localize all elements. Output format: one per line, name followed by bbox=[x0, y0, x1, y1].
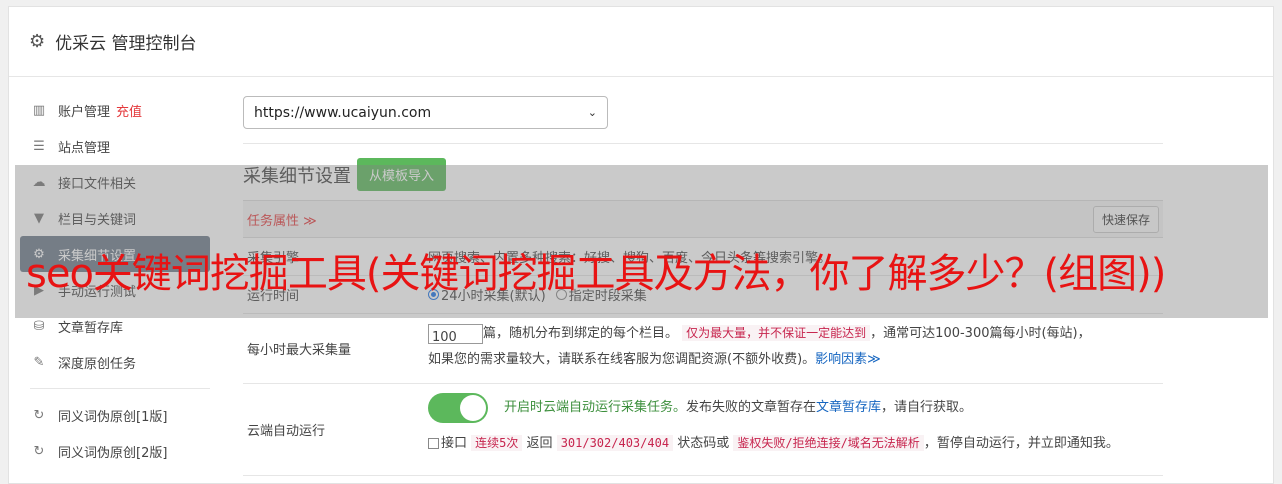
article-storage-link[interactable]: 文章暂存库 bbox=[816, 400, 881, 415]
api-text: 状态码或 bbox=[677, 436, 730, 451]
server-icon: ☰ bbox=[33, 138, 45, 154]
api-text: 返回 bbox=[526, 436, 553, 451]
api-code: 鉴权失败/拒绝连接/域名无法解析 bbox=[733, 435, 924, 451]
max-text: 篇，随机分布到绑定的每个栏目。 bbox=[483, 326, 679, 341]
gear-icon: ⚙ bbox=[29, 31, 46, 52]
max-collect-input[interactable]: 100 bbox=[428, 323, 483, 345]
max-text: 如果您的需求量较大，请联系在线客服为您调配资源(不额外收费)。 bbox=[428, 352, 816, 367]
sidebar-item-deep-original[interactable]: ✎ 深度原创任务 bbox=[20, 344, 220, 380]
max-collect-row: 每小时最大采集量 100 篇，随机分布到绑定的每个栏目。 仅为最大量，并不保证一定… bbox=[243, 314, 1163, 384]
auto-run-content: 开启时云端自动运行采集任务。发布失败的文章暂存在文章暂存库，请自行获取。 接口 … bbox=[428, 384, 1163, 475]
impact-factors-link[interactable]: 影响因素≫ bbox=[815, 352, 881, 367]
database-icon: ⛁ bbox=[33, 318, 45, 334]
sidebar-item-label: 文章暂存库 bbox=[58, 320, 124, 336]
max-note: 仅为最大量，并不保证一定能达到 bbox=[682, 325, 871, 341]
sidebar-item-label: 同义词伪原创[1版] bbox=[58, 409, 168, 425]
api-code: 连续5次 bbox=[471, 435, 523, 451]
refresh-icon: ↻ bbox=[33, 407, 45, 423]
api-code: 301/302/403/404 bbox=[556, 435, 674, 451]
site-select[interactable]: https://www.ucaiyun.com ⌄ bbox=[243, 96, 608, 129]
auto-run-row: 云端自动运行 开启时云端自动运行采集任务。发布失败的文章暂存在文章暂存库，请自行… bbox=[243, 384, 1163, 476]
chevron-down-icon: ⌄ bbox=[587, 106, 597, 119]
api-text: 接口 bbox=[441, 436, 468, 451]
page-title: 优采云 管理控制台 bbox=[55, 34, 197, 54]
sidebar-item-sites[interactable]: ☰ 站点管理 bbox=[20, 128, 220, 164]
site-select-value: https://www.ucaiyun.com bbox=[254, 104, 432, 121]
header: ⚙ 优采云 管理控制台 bbox=[9, 7, 1273, 77]
sidebar-item-synonym-v1[interactable]: ↻ 同义词伪原创[1版] bbox=[20, 397, 220, 433]
refresh-icon: ↻ bbox=[33, 443, 45, 459]
max-collect-content: 100 篇，随机分布到绑定的每个栏目。 仅为最大量，并不保证一定能达到 ，通常可达1… bbox=[428, 314, 1163, 383]
sidebar-item-account[interactable]: ▥ 账户管理 充值 bbox=[20, 92, 220, 128]
max-collect-label: 每小时最大采集量 bbox=[247, 343, 352, 358]
auto-run-text: 发布失败的文章暂存在 bbox=[686, 400, 817, 415]
auto-run-label: 云端自动运行 bbox=[247, 424, 326, 439]
divider bbox=[243, 143, 1163, 144]
sidebar-item-label: 同义词伪原创[2版] bbox=[58, 445, 168, 461]
sidebar-item-label: 深度原创任务 bbox=[58, 356, 137, 372]
auto-run-text: ，请自行获取。 bbox=[881, 400, 973, 415]
sidebar-item-label: 站点管理 bbox=[58, 140, 111, 156]
edit-icon: ✎ bbox=[33, 354, 45, 370]
notify-checkbox[interactable] bbox=[428, 438, 439, 449]
auto-run-toggle[interactable] bbox=[428, 392, 488, 423]
sidebar-item-synonym-v2[interactable]: ↻ 同义词伪原创[2版] bbox=[20, 433, 220, 469]
bar-chart-icon: ▥ bbox=[32, 102, 46, 118]
max-text: ，通常可达100-300篇每小时(每站)， bbox=[870, 326, 1091, 341]
overlay-title: seo关键词挖掘工具(关键词挖掘工具及方法，你了解多少？(组图)) bbox=[26, 251, 1166, 297]
sidebar-divider bbox=[30, 388, 210, 389]
recharge-link[interactable]: 充值 bbox=[116, 101, 142, 120]
sidebar-item-label: 账户管理 bbox=[58, 104, 111, 120]
auto-run-text: 开启时云端自动运行采集任务。 bbox=[504, 400, 687, 415]
api-text: ，暂停自动运行，并立即通知我。 bbox=[923, 436, 1119, 451]
toggle-knob bbox=[460, 394, 486, 421]
